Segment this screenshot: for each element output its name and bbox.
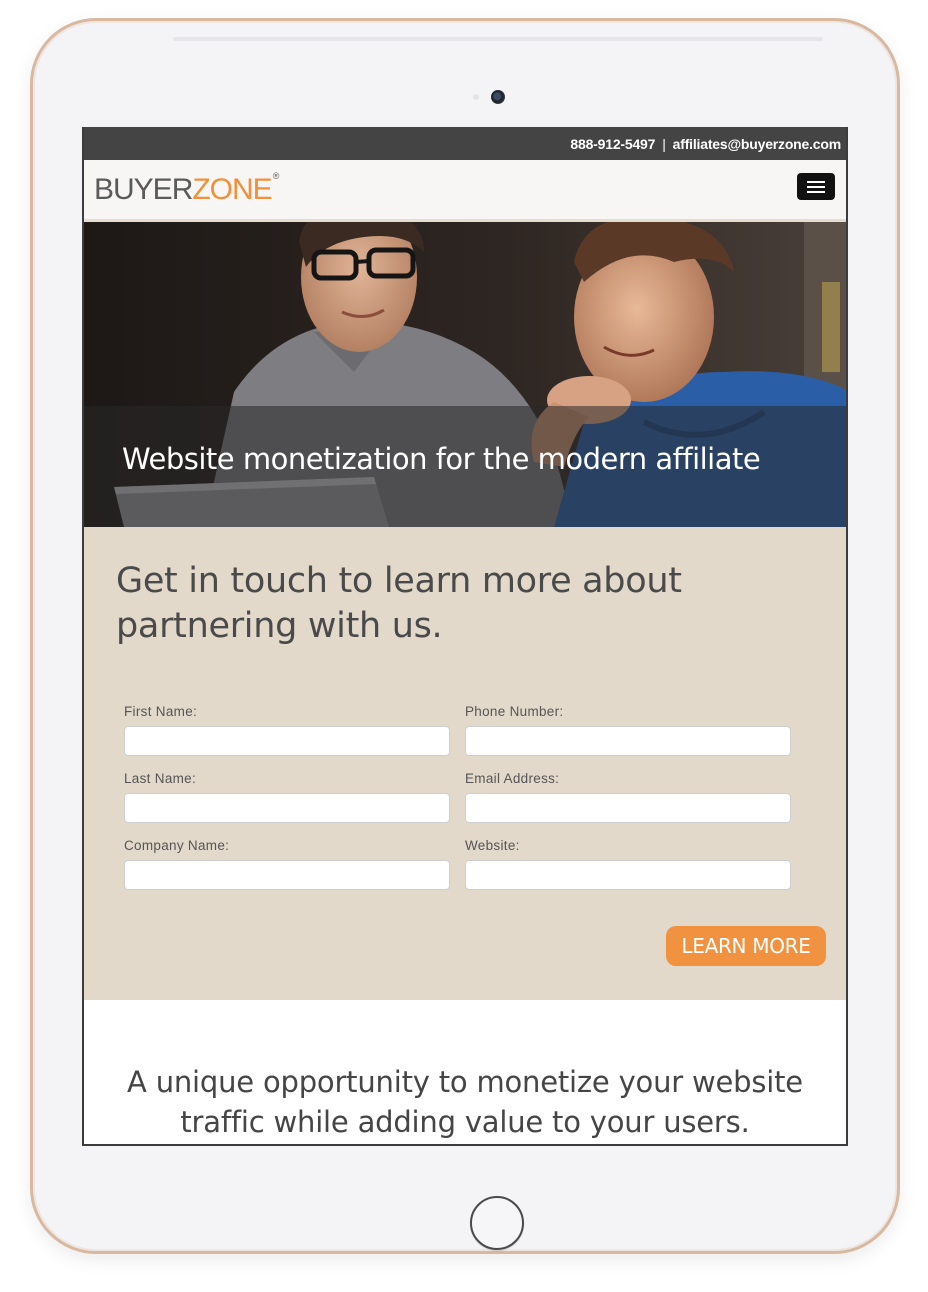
first-name-field-group: First Name: bbox=[124, 704, 450, 756]
company-name-label: Company Name: bbox=[124, 838, 230, 853]
hamburger-menu-button[interactable] bbox=[797, 173, 835, 200]
email-address-label: Email Address: bbox=[465, 771, 560, 786]
value-proposition-section: A unique opportunity to monetize your we… bbox=[84, 1000, 846, 1144]
company-name-field-group: Company Name: bbox=[124, 838, 450, 890]
email-address-input[interactable] bbox=[465, 793, 791, 823]
last-name-field-group: Last Name: bbox=[124, 771, 450, 823]
learn-more-button[interactable]: LEARN MORE bbox=[666, 926, 826, 966]
last-name-label: Last Name: bbox=[124, 771, 197, 786]
buyerzone-logo[interactable]: BUYERZONE® bbox=[94, 171, 280, 207]
hamburger-menu-icon-bar bbox=[807, 185, 825, 188]
phone-number-label: Phone Number: bbox=[465, 704, 564, 719]
website-screen: 888-912-5497 | affiliates@buyerzone.com … bbox=[82, 127, 848, 1146]
phone-number-field-group: Phone Number: bbox=[465, 704, 791, 756]
logo-text-zone: ZONE bbox=[192, 173, 272, 206]
email-address-field-group: Email Address: bbox=[465, 771, 791, 823]
email-link[interactable]: affiliates@buyerzone.com bbox=[673, 136, 842, 152]
first-name-input[interactable] bbox=[124, 726, 450, 756]
logo-text-buyer: BUYER bbox=[94, 173, 193, 206]
hero-caption-overlay: Website monetization for the modern affi… bbox=[84, 406, 846, 527]
contact-topbar: 888-912-5497 | affiliates@buyerzone.com bbox=[84, 127, 846, 160]
contact-form-section: Get in touch to learn more about partner… bbox=[84, 527, 846, 1000]
website-label: Website: bbox=[465, 838, 520, 853]
hamburger-menu-icon bbox=[807, 180, 825, 183]
company-name-input[interactable] bbox=[124, 860, 450, 890]
registered-mark: ® bbox=[272, 171, 280, 181]
first-name-label: First Name: bbox=[124, 704, 198, 719]
contact-heading: Get in touch to learn more about partner… bbox=[116, 561, 682, 646]
tablet-edge-highlight bbox=[173, 37, 823, 41]
proximity-sensor bbox=[473, 94, 479, 100]
camera-icon bbox=[491, 90, 505, 104]
website-field-group: Website: bbox=[465, 838, 791, 890]
value-proposition-heading: A unique opportunity to monetize your we… bbox=[127, 1065, 803, 1139]
last-name-input[interactable] bbox=[124, 793, 450, 823]
hamburger-menu-icon-bar bbox=[807, 190, 825, 193]
phone-number-input[interactable] bbox=[465, 726, 791, 756]
website-input[interactable] bbox=[465, 860, 791, 890]
hero-title: Website monetization for the modern affi… bbox=[122, 442, 761, 476]
home-button[interactable] bbox=[470, 1196, 524, 1250]
hero-banner: Website monetization for the modern affi… bbox=[84, 222, 846, 527]
phone-link[interactable]: 888-912-5497 bbox=[570, 136, 655, 152]
topbar-separator: | bbox=[662, 135, 666, 152]
site-header: BUYERZONE® bbox=[84, 160, 846, 222]
